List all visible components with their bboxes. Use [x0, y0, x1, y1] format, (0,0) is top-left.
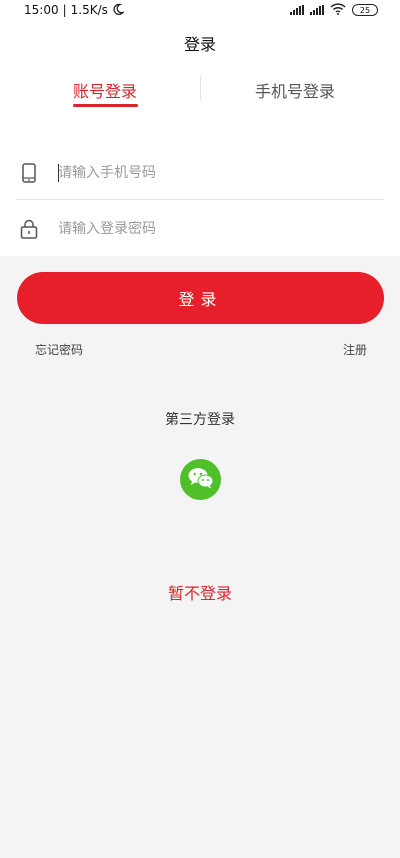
network-speed: 1.5K/s	[70, 3, 108, 17]
phone-input[interactable]	[58, 164, 358, 181]
status-right: 25	[290, 2, 378, 18]
wifi-icon	[330, 2, 346, 18]
third-party-login-title: 第三方登录	[165, 412, 235, 428]
tab-divider	[200, 75, 201, 101]
wechat-icon	[187, 466, 215, 494]
tab-account-login[interactable]: 账号登录	[60, 78, 150, 102]
phone-icon	[18, 162, 40, 184]
forgot-password-link[interactable]: 忘记密码	[35, 341, 83, 358]
status-left: 15:00 | 1.5K/s	[24, 3, 125, 18]
password-input[interactable]	[58, 221, 358, 237]
password-field	[16, 202, 384, 256]
signal-hd-icon	[310, 5, 324, 15]
battery-icon: 25	[352, 4, 378, 16]
login-button[interactable]: 登录	[17, 272, 384, 324]
wechat-login-button[interactable]	[180, 459, 221, 500]
signal-icon	[290, 5, 304, 15]
phone-field	[16, 146, 384, 200]
tab-phone-login[interactable]: 手机号登录	[240, 78, 350, 102]
skip-login-link[interactable]: 暂不登录	[0, 580, 400, 604]
status-bar: 15:00 | 1.5K/s 25	[0, 0, 400, 20]
text-cursor	[58, 164, 59, 182]
lock-icon	[18, 218, 40, 240]
status-separator: |	[62, 3, 67, 17]
active-tab-indicator	[73, 104, 138, 107]
moon-icon	[112, 3, 125, 18]
register-link[interactable]: 注册	[343, 341, 367, 358]
page-title: 登录	[183, 35, 216, 54]
status-time: 15:00	[24, 3, 59, 17]
